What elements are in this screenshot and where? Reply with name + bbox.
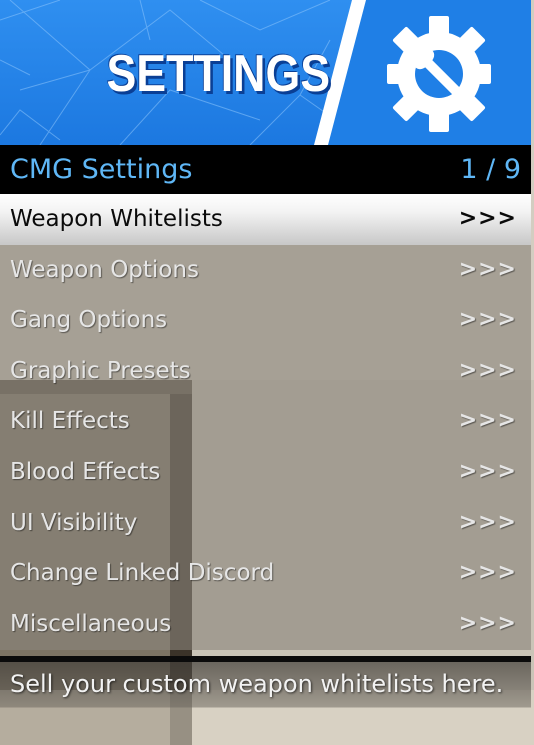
submenu-arrows-icon: >>> bbox=[458, 256, 517, 282]
submenu-arrows-icon: >>> bbox=[458, 206, 517, 231]
menu-item-miscellaneous[interactable]: Miscellaneous >>> bbox=[0, 599, 531, 650]
submenu-arrows-icon: >>> bbox=[458, 509, 517, 535]
interaction-menu: SETTINGS CMG Settings 1 / 9 Weapon White… bbox=[0, 0, 531, 745]
menu-item-label: Change Linked Discord bbox=[10, 560, 275, 587]
menu-item-graphic-presets[interactable]: Graphic Presets >>> bbox=[0, 346, 531, 397]
menu-item-ui-visibility[interactable]: UI Visibility >>> bbox=[0, 498, 531, 549]
menu-title: CMG Settings bbox=[10, 154, 193, 185]
menu-item-label: UI Visibility bbox=[10, 509, 138, 536]
submenu-arrows-icon: >>> bbox=[458, 357, 517, 383]
submenu-arrows-icon: >>> bbox=[458, 560, 517, 586]
menu-item-change-linked-discord[interactable]: Change Linked Discord >>> bbox=[0, 548, 531, 599]
menu-item-gang-options[interactable]: Gang Options >>> bbox=[0, 295, 531, 346]
menu-item-list: Weapon Whitelists >>> Weapon Options >>>… bbox=[0, 194, 531, 650]
menu-item-label: Miscellaneous bbox=[10, 610, 172, 637]
menu-item-counter: 1 / 9 bbox=[460, 154, 521, 185]
menu-item-weapon-options[interactable]: Weapon Options >>> bbox=[0, 245, 531, 296]
banner-title: SETTINGS bbox=[106, 45, 331, 103]
submenu-arrows-icon: >>> bbox=[458, 307, 517, 333]
menu-item-weapon-whitelists[interactable]: Weapon Whitelists >>> bbox=[0, 194, 531, 245]
menu-header: CMG Settings 1 / 9 bbox=[0, 145, 531, 194]
menu-item-label: Weapon Whitelists bbox=[10, 206, 223, 232]
menu-banner: SETTINGS bbox=[0, 0, 531, 145]
menu-item-blood-effects[interactable]: Blood Effects >>> bbox=[0, 447, 531, 498]
menu-item-kill-effects[interactable]: Kill Effects >>> bbox=[0, 396, 531, 447]
description-panel: Sell your custom weapon whitelists here. bbox=[0, 662, 531, 745]
submenu-arrows-icon: >>> bbox=[458, 408, 517, 434]
menu-item-label: Graphic Presets bbox=[10, 357, 191, 384]
gear-wrench-icon bbox=[387, 16, 491, 132]
submenu-arrows-icon: >>> bbox=[458, 458, 517, 484]
menu-item-label: Kill Effects bbox=[10, 408, 130, 435]
menu-item-label: Weapon Options bbox=[10, 256, 199, 283]
submenu-arrows-icon: >>> bbox=[458, 610, 517, 636]
description-text: Sell your custom weapon whitelists here. bbox=[10, 670, 504, 698]
menu-item-label: Gang Options bbox=[10, 307, 168, 334]
menu-item-label: Blood Effects bbox=[10, 458, 161, 485]
